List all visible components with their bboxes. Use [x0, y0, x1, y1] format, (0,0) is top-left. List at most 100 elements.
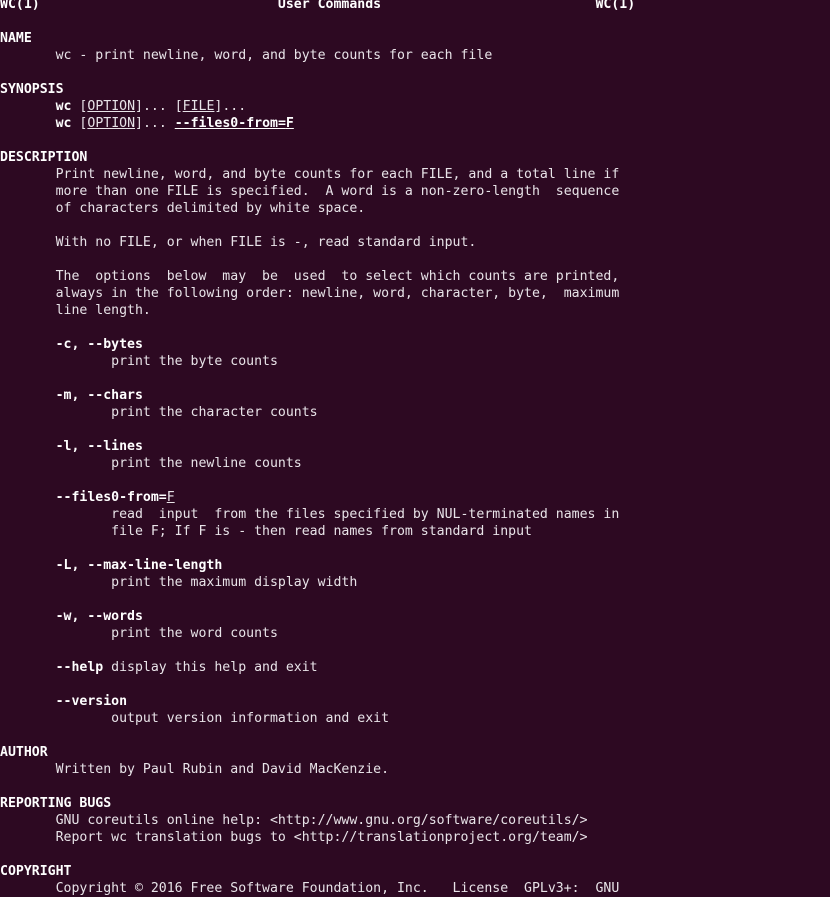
option-desc-words-text: print the word counts: [111, 626, 278, 641]
section-heading-synopsis: SYNOPSIS: [0, 81, 830, 98]
option-flag-lines-text: -l, --lines: [55, 439, 143, 454]
copyright-heading-text: COPYRIGHT: [0, 864, 72, 879]
option-desc-files0-from-l1-text: read input from the files specified by N…: [111, 507, 620, 522]
option-flag-chars: -m, --chars: [0, 387, 830, 404]
description-p3-l3: line length.: [0, 302, 830, 319]
name-heading-text: NAME: [0, 31, 32, 46]
synopsis-heading-text: SYNOPSIS: [0, 82, 64, 97]
reporting-bugs-heading-text: REPORTING BUGS: [0, 796, 112, 811]
description-p1-l3: of characters delimited by white space.: [0, 200, 830, 217]
description-p2-l1: With no FILE, or when FILE is -, read st…: [0, 234, 830, 251]
option-desc-lines: print the newline counts: [0, 455, 830, 472]
option-flag-files0-from-text: --files0-from=: [55, 490, 167, 505]
section-heading-author: AUTHOR: [0, 744, 830, 761]
option-desc-chars: print the character counts: [0, 404, 830, 421]
terminal-window[interactable]: WC(1) User Commands WC(1) NAME wc - prin…: [0, 0, 830, 897]
synopsis-files0-from: --files0-from=: [174, 116, 286, 131]
option-desc-words: print the word counts: [0, 625, 830, 642]
description-p3-l1-text: The options below may be used to select …: [55, 269, 620, 284]
option-desc-files0-from-l2-text: file F; If F is - then read names from s…: [111, 524, 532, 539]
reporting-bugs-line-2: Report wc translation bugs to <http://tr…: [0, 829, 830, 846]
option-flag-help-text: --help: [55, 660, 104, 675]
description-p3-l2-text: always in the following order: newline, …: [55, 286, 620, 301]
description-p1-l3-text: of characters delimited by white space.: [55, 201, 366, 216]
description-heading-text: DESCRIPTION: [0, 150, 88, 165]
synopsis-ellipsis-1: ]... [: [135, 99, 183, 114]
option-desc-bytes: print the byte counts: [0, 353, 830, 370]
option-desc-version-text: output version information and exit: [111, 711, 390, 726]
synopsis-option-token-2: OPTION: [87, 116, 136, 131]
man-header-center: User Commands: [277, 0, 382, 12]
sp: [167, 116, 175, 131]
description-p2-l1-text: With no FILE, or when FILE is -, read st…: [55, 235, 477, 250]
synopsis-line-2: wc [OPTION]... --files0-from=F: [0, 115, 830, 132]
section-heading-copyright: COPYRIGHT: [0, 863, 830, 880]
option-desc-max-line-length-text: print the maximum display width: [111, 575, 358, 590]
option-flag-words-text: -w, --words: [55, 609, 143, 624]
description-p3-l1: The options below may be used to select …: [0, 268, 830, 285]
option-desc-version: output version information and exit: [0, 710, 830, 727]
option-flag-chars-text: -m, --chars: [55, 388, 143, 403]
description-p1-l2-text: more than one FILE is specified. A word …: [55, 184, 620, 199]
option-desc-max-line-length: print the maximum display width: [0, 574, 830, 591]
description-p1-l1-text: Print newline, word, and byte counts for…: [55, 167, 620, 182]
man-header-left: WC(1): [0, 0, 40, 12]
option-desc-lines-text: print the newline counts: [111, 456, 302, 471]
description-p3-l3-text: line length.: [55, 303, 151, 318]
man-header-row: WC(1) User Commands WC(1): [0, 0, 830, 13]
option-flag-version-text: --version: [55, 694, 128, 709]
reporting-bugs-line-1: GNU coreutils online help: <http://www.g…: [0, 812, 830, 829]
synopsis-cmd-1: wc: [55, 99, 72, 114]
author-body-line: Written by Paul Rubin and David MacKenzi…: [0, 761, 830, 778]
synopsis-cmd-2: wc: [55, 116, 72, 131]
synopsis-close-1: ]...: [214, 99, 247, 114]
header-gap-2: [381, 0, 595, 12]
option-flag-words: -w, --words: [0, 608, 830, 625]
option-flag-help: --help display this help and exit: [0, 659, 830, 676]
reporting-bugs-line-1-text: GNU coreutils online help: <http://www.g…: [55, 813, 588, 828]
section-heading-name: NAME: [0, 30, 830, 47]
option-flag-files0-from: --files0-from=F: [0, 489, 830, 506]
description-p3-l2: always in the following order: newline, …: [0, 285, 830, 302]
man-page-screen: WC(1) User Commands WC(1) NAME wc - prin…: [0, 0, 830, 897]
reporting-bugs-line-2-text: Report wc translation bugs to <http://tr…: [55, 830, 588, 845]
option-desc-chars-text: print the character counts: [111, 405, 318, 420]
synopsis-files0-from-arg: F: [285, 116, 294, 131]
option-flag-bytes: -c, --bytes: [0, 336, 830, 353]
section-heading-reporting-bugs: REPORTING BUGS: [0, 795, 830, 812]
option-desc-files0-from-l2: file F; If F is - then read names from s…: [0, 523, 830, 540]
synopsis-line-1: wc [OPTION]... [FILE]...: [0, 98, 830, 115]
option-flag-version: --version: [0, 693, 830, 710]
